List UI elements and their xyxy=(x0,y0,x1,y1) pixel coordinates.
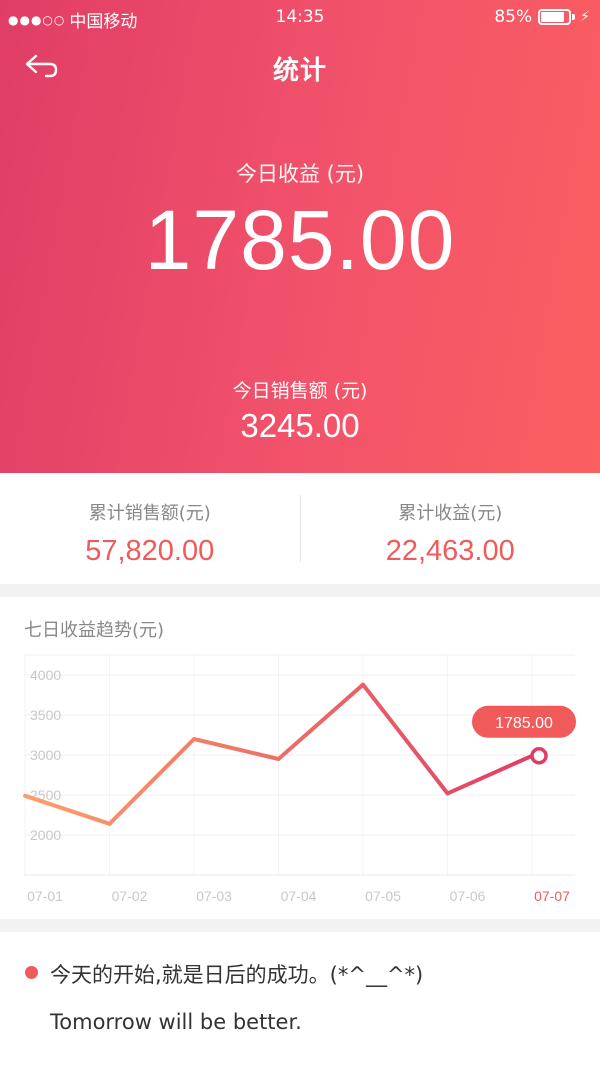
total-sales-cell: 累计销售额(元) 57,820.00 xyxy=(0,473,300,584)
x-tick-label: 07-03 xyxy=(196,888,232,904)
today-sales-value: 3245.00 xyxy=(240,407,360,444)
trend-chart-card: 七日收益趋势(元) 2000 2500 3000 3500 4000 07-01 07-02… xyxy=(0,597,600,919)
y-tick-label: 3000 xyxy=(30,747,61,763)
motto-panel xyxy=(0,932,600,1067)
total-profit-value: 22,463.00 xyxy=(385,535,515,567)
trend-line-chart[interactable]: 2000250030003500400007-01 07-02 07-03 07-04… xyxy=(0,597,600,919)
totals-panel: 累计销售额(元) 57,820.00 累计收益(元) 22,463.00 xyxy=(0,473,600,584)
tooltip-label: 1785.00 xyxy=(495,715,553,732)
x-tick-label: 07-04 xyxy=(281,888,317,904)
x-tick-label: 07-06 xyxy=(450,888,486,904)
battery-percent: 85% xyxy=(494,7,533,27)
status-bar: ●●●○○ 中国移动 14:35 85% ⚡ xyxy=(0,0,600,34)
total-profit-cell: 累计收益(元) 22,463.00 xyxy=(301,473,600,584)
header-banner: ●●●○○ 中国移动 14:35 85% ⚡ 统计 今日收益 (元) 1785.… xyxy=(0,0,600,473)
total-profit-label: 累计收益(元) xyxy=(398,503,503,524)
today-profit-label: 今日收益 (元) xyxy=(235,162,365,186)
page-title: 统计 xyxy=(272,56,327,86)
battery-icon xyxy=(538,9,572,25)
bullet-dot-icon xyxy=(25,966,38,979)
x-tick-label: 07-02 xyxy=(112,888,148,904)
today-sales-label: 今日销售额 (元) xyxy=(232,380,368,402)
y-tick-label: 2000 xyxy=(30,827,61,843)
battery-cap xyxy=(572,14,576,20)
highlight-point xyxy=(530,747,548,765)
status-right: 85% ⚡ xyxy=(494,7,590,27)
y-tick-label: 3500 xyxy=(30,707,61,723)
motto-chinese: 今天的开始,就是日后的成功。(*^__^*) xyxy=(50,963,424,987)
total-sales-label: 累计销售额(元) xyxy=(88,503,211,524)
x-tick-label: 07-07 xyxy=(534,888,570,904)
x-tick-label: 07-01 xyxy=(27,888,63,904)
today-profit-value: 1785.00 xyxy=(144,193,456,287)
battery-fill xyxy=(541,12,565,22)
charging-icon: ⚡ xyxy=(580,9,590,25)
motto-english: Tomorrow will be better. xyxy=(50,1010,302,1034)
total-sales-value: 57,820.00 xyxy=(85,535,215,567)
x-tick-label: 07-05 xyxy=(365,888,401,904)
y-tick-label: 4000 xyxy=(30,667,61,683)
